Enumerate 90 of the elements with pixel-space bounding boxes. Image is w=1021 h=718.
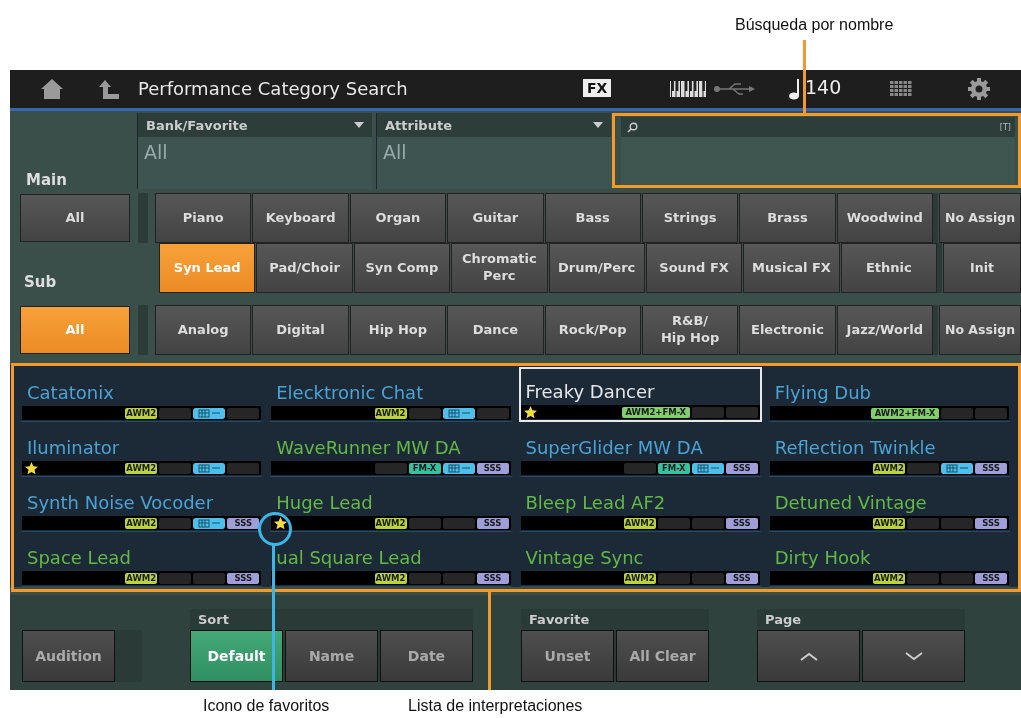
page-label: Page xyxy=(764,611,803,629)
performance-item[interactable]: Space Lead AWM2 SSS xyxy=(20,532,264,587)
subcategory-button[interactable]: Jazz/World xyxy=(836,305,933,355)
performance-item[interactable]: Flying Dub AWM2+FM-X xyxy=(767,367,1011,422)
performance-item[interactable]: SuperGlider MW DA FM-X SSS xyxy=(518,422,762,477)
performance-item[interactable]: Vintage Sync AWM2 SSS xyxy=(518,532,762,587)
category-button[interactable]: Keyboard xyxy=(252,193,349,243)
sss-tag: SSS xyxy=(975,572,1007,584)
category-button[interactable]: Sound FX xyxy=(645,243,743,293)
performance-item[interactable]: Freaky Dancer AWM2+FM-X xyxy=(518,367,762,422)
category-button[interactable]: Syn Comp xyxy=(353,243,451,293)
awm-tag: AWM2 xyxy=(374,517,407,529)
category-button[interactable]: No Assign xyxy=(939,193,1021,243)
subcategory-button[interactable]: No Assign xyxy=(939,305,1021,355)
performance-item[interactable]: Bleep Lead AF2 AWM2 SSS xyxy=(518,477,762,532)
performance-item[interactable]: Huge Lead AWM2 SSS xyxy=(269,477,513,532)
category-button[interactable]: Bass xyxy=(544,193,641,243)
category-button[interactable]: Strings xyxy=(641,193,739,243)
awm-tag: AWM2 xyxy=(125,407,158,419)
sss-tag: SSS xyxy=(227,517,260,529)
category-button[interactable]: Brass xyxy=(739,193,836,243)
category-button[interactable]: Musical FX xyxy=(743,243,840,293)
awm-tag: AWM2 xyxy=(374,407,407,419)
performance-item[interactable]: Detuned Vintage AWM2 SSS xyxy=(767,477,1011,532)
fx-badge[interactable]: FX xyxy=(583,79,612,97)
awm-tag: AWM2 xyxy=(623,572,656,584)
screen-title: Performance Category Search xyxy=(138,78,408,99)
sss-tag: SSS xyxy=(725,462,758,474)
callout-label: Búsqueda por nombre xyxy=(735,16,894,34)
sub-label: Sub xyxy=(24,273,58,291)
category-button[interactable]: Woodwind xyxy=(836,193,933,243)
category-button[interactable]: Ethnic xyxy=(840,243,937,293)
sss-tag: SSS xyxy=(476,462,509,474)
performance-item[interactable]: Synth Noise Vocoder AWM2 SSS xyxy=(20,477,264,532)
favorite-button[interactable]: Unset xyxy=(521,630,614,682)
performance-item[interactable]: Iluminator AWM2 xyxy=(20,422,264,477)
awm-tag: AWM2 xyxy=(374,572,407,584)
fmx-tag: FM-X xyxy=(657,462,690,474)
awm-fmx-tag: AWM2+FM-X xyxy=(871,407,939,419)
awm-tag: AWM2 xyxy=(873,572,905,584)
fmx-tag: FM-X xyxy=(408,462,441,474)
category-button[interactable]: Pad/Choir xyxy=(256,243,353,293)
category-button[interactable]: All xyxy=(20,194,130,242)
sss-tag: SSS xyxy=(227,572,260,584)
performance-item[interactable]: ual Square Lead AWM2 SSS xyxy=(269,532,513,587)
awm-tag: AWM2 xyxy=(125,572,158,584)
search-field[interactable]: [T] xyxy=(621,117,1015,185)
favorite-label: Favorite xyxy=(528,611,591,629)
subcategory-button[interactable]: Dance xyxy=(447,305,544,355)
category-button[interactable]: Drum/Perc xyxy=(548,243,645,293)
sss-tag: SSS xyxy=(725,572,758,584)
performance-item[interactable]: Reflection Twinkle AWM2 SSS xyxy=(767,422,1011,477)
subcategory-button[interactable]: Analog xyxy=(155,305,252,355)
sort-button[interactable]: Default xyxy=(190,630,283,682)
sort-label: Sort xyxy=(197,611,230,629)
sort-button[interactable]: Name xyxy=(285,630,378,682)
favorite-button[interactable]: All Clear xyxy=(616,630,709,682)
awm-tag: AWM2 xyxy=(873,517,905,529)
category-button[interactable]: Guitar xyxy=(447,193,544,243)
sss-tag: SSS xyxy=(725,517,758,529)
sss-tag: SSS xyxy=(975,462,1007,474)
tempo-value[interactable]: 140 xyxy=(805,76,842,98)
awm-tag: AWM2 xyxy=(125,517,158,529)
dropdown-field[interactable]: Bank/Favorite All xyxy=(137,113,372,189)
subcategory-button[interactable]: Rock/Pop xyxy=(544,305,641,355)
awm-tag: AWM2 xyxy=(125,462,158,474)
category-button[interactable]: Init xyxy=(943,243,1021,293)
performance-item[interactable]: Dirty Hook AWM2 SSS xyxy=(767,532,1011,587)
awm-tag: AWM2 xyxy=(873,462,905,474)
category-button[interactable]: Organ xyxy=(349,193,447,243)
sss-tag: SSS xyxy=(975,517,1007,529)
sss-tag: SSS xyxy=(476,572,509,584)
performance-item[interactable]: WaveRunner MW DA FM-X SSS xyxy=(269,422,513,477)
dropdown-field[interactable]: Attribute All xyxy=(376,113,611,189)
audition-button[interactable]: Audition xyxy=(22,630,115,682)
sss-tag: SSS xyxy=(476,517,509,529)
subcategory-button[interactable]: R&B/ Hip Hop xyxy=(641,305,739,355)
callout-label: Icono de favoritos xyxy=(203,697,330,715)
subcategory-button[interactable]: Hip Hop xyxy=(349,305,447,355)
sort-button[interactable]: Date xyxy=(380,630,473,682)
performance-item[interactable]: Catatonix AWM2 xyxy=(20,367,264,422)
subcategory-button[interactable]: Digital xyxy=(252,305,349,355)
awm-tag: AWM2 xyxy=(623,517,656,529)
category-button[interactable]: Piano xyxy=(155,193,252,243)
main-label: Main xyxy=(26,171,67,189)
awm-fmx-tag: AWM2+FM-X xyxy=(621,406,690,418)
category-button[interactable]: Chromatic Perc xyxy=(451,243,548,293)
performance-item[interactable]: Elecktronic Chat AWM2 xyxy=(269,367,513,422)
subcategory-button[interactable]: Electronic xyxy=(739,305,836,355)
callout-label: Lista de interpretaciones xyxy=(408,697,583,715)
